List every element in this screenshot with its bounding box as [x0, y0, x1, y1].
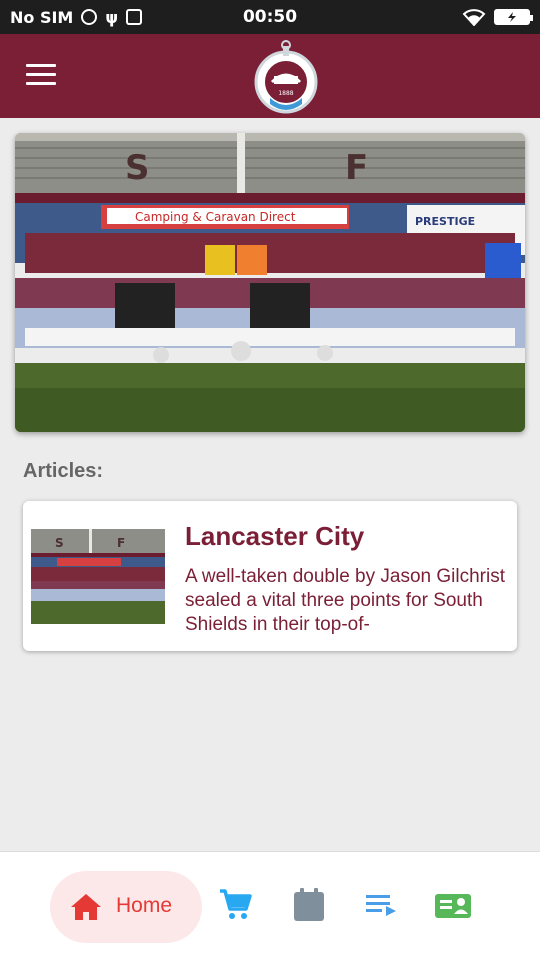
club-crest-logo[interactable]: 1888 — [250, 38, 322, 116]
ad-board-text: Camping & Caravan Direct — [135, 210, 296, 224]
contact-card-icon — [435, 894, 471, 918]
thumb-letter-s: S — [55, 536, 64, 550]
carrier-label: No SIM — [10, 7, 74, 27]
app-bar: 1888 — [0, 34, 540, 118]
usb-icon: ψ — [105, 7, 119, 27]
wifi-icon — [462, 9, 486, 26]
hamburger-menu-icon[interactable] — [26, 64, 56, 88]
crest-year: 1888 — [278, 90, 293, 97]
cart-icon — [220, 889, 252, 919]
nav-home-button[interactable]: Home — [50, 871, 202, 943]
team-photo-image: S F Camping & Caravan Direct PRESTIGE — [15, 133, 525, 432]
players-back-row — [25, 233, 521, 281]
banner-letter-s: S — [125, 148, 150, 188]
article-thumbnail: S F — [31, 529, 165, 624]
articles-heading: Articles: — [23, 460, 104, 482]
nav-news-button[interactable] — [364, 887, 404, 927]
bottom-navigation: Home — [0, 851, 540, 960]
home-icon — [71, 894, 101, 920]
hero-team-photo[interactable]: S F Camping & Caravan Direct PRESTIGE — [15, 133, 525, 432]
sync-icon — [81, 9, 98, 25]
article-snippet: A well-taken double by Jason Gilchrist s… — [185, 566, 505, 635]
status-right — [462, 8, 533, 26]
battery-icon — [494, 9, 533, 25]
nav-fixtures-button[interactable] — [292, 887, 332, 927]
status-left: No SIM ψ — [10, 7, 143, 27]
debug-icon — [126, 9, 143, 25]
article-card[interactable]: S F Lancaster City A well-taken double b… — [23, 501, 517, 651]
thumb-letter-f: F — [117, 536, 125, 550]
nav-membership-button[interactable] — [434, 887, 474, 927]
ad-board-text-2: PRESTIGE — [415, 215, 475, 228]
status-bar: No SIM ψ 00:50 — [0, 0, 540, 34]
banner-letter-f: F — [345, 148, 368, 188]
article-title: Lancaster City — [185, 521, 365, 551]
playlist-icon — [366, 895, 396, 916]
nav-home-label: Home — [116, 894, 173, 917]
calendar-icon — [294, 888, 324, 921]
nav-shop-button[interactable] — [218, 887, 258, 927]
